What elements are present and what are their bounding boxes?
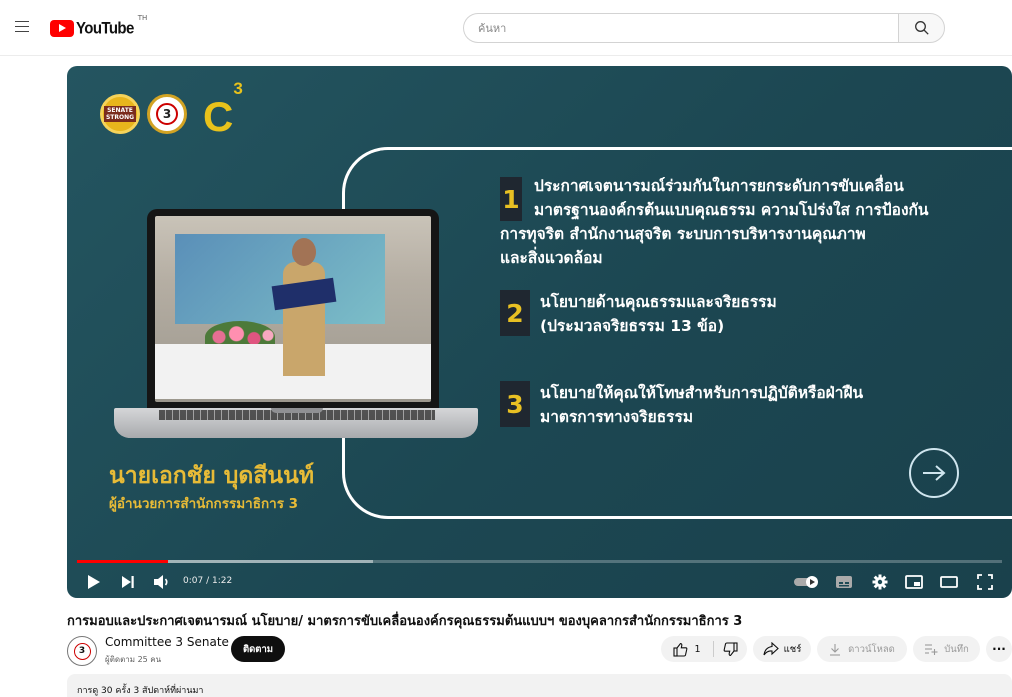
playlist-add-icon bbox=[925, 644, 938, 655]
gear-icon bbox=[872, 574, 888, 590]
committee-3-badge: 3 bbox=[147, 94, 187, 134]
download-label: ดาวน์โหลด bbox=[848, 643, 895, 655]
like-dislike-group: 1 bbox=[661, 636, 747, 662]
time-display: 0:07 / 1:22 bbox=[183, 576, 233, 586]
laptop-notch bbox=[271, 408, 323, 413]
youtube-logo[interactable]: YouTube TH bbox=[50, 14, 148, 39]
autoplay-toggle[interactable] bbox=[792, 569, 822, 595]
autoplay-toggle-icon bbox=[794, 576, 818, 588]
point-2: 2 นโยบายด้านคุณธรรมและจริยธรรม (ประมวลจร… bbox=[500, 290, 777, 338]
dislike-button[interactable] bbox=[714, 636, 747, 662]
point-1-text: มาตรฐานองค์กรต้นแบบคุณธรรม ความโปร่งใส ก… bbox=[500, 198, 1000, 270]
point-2-line-2: (ประมวลจริยธรรม 13 ข้อ) bbox=[540, 317, 725, 335]
miniplayer-icon bbox=[905, 575, 923, 589]
volume-button[interactable] bbox=[151, 569, 173, 595]
point-1-line-4: และสิ่งแวดล้อม bbox=[500, 249, 603, 267]
point-3: 3 นโยบายให้คุณให้โทษสำหรับการปฏิบัติหรือ… bbox=[500, 381, 863, 429]
theater-button[interactable] bbox=[938, 569, 960, 595]
subscribe-button[interactable]: ติดตาม bbox=[231, 636, 285, 662]
like-count: 1 bbox=[694, 643, 701, 655]
search-icon bbox=[914, 21, 929, 35]
point-3-number: 3 bbox=[500, 381, 530, 427]
fullscreen-icon bbox=[977, 574, 993, 590]
masthead: YouTube TH ค้นหา bbox=[0, 0, 1012, 56]
share-icon bbox=[763, 642, 779, 656]
description-box[interactable]: การดู 30 ครั้ง 3 สัปดาห์ที่ผ่านมา bbox=[67, 674, 1012, 697]
share-label: แชร์ bbox=[783, 643, 802, 655]
menu-icon[interactable] bbox=[10, 17, 34, 39]
point-2-line-1: นโยบายด้านคุณธรรมและจริยธรรม bbox=[540, 293, 777, 311]
miniplayer-button[interactable] bbox=[903, 569, 925, 595]
laptop-image bbox=[147, 209, 439, 408]
logo-region: TH bbox=[137, 14, 148, 22]
video-player[interactable]: SENATE STRONG 3 C3 1 ประกาศเจตนารมณ์ร่วมก… bbox=[67, 66, 1012, 598]
presenter-role: ผู้อำนวยการสำนักกรรมาธิการ 3 bbox=[109, 496, 299, 512]
more-icon: ··· bbox=[992, 642, 1006, 656]
c3-sup: 3 bbox=[233, 79, 243, 98]
video-title: การมอบและประกาศเจตนารมณ์ นโยบาย/ มาตรการ… bbox=[67, 614, 743, 629]
presenter-name: นายเอกชัย บุดสีนนท์ bbox=[109, 463, 314, 489]
channel-avatar-num: 3 bbox=[73, 642, 91, 660]
badge-senate-line1: SENATE bbox=[107, 107, 133, 114]
progress-played bbox=[77, 560, 168, 563]
c3-letter: C bbox=[203, 93, 234, 140]
search-button[interactable] bbox=[898, 13, 945, 43]
subtitles-button[interactable] bbox=[833, 569, 855, 595]
theater-mode-icon bbox=[940, 576, 958, 588]
channel-avatar[interactable]: 3 bbox=[67, 636, 97, 666]
next-button[interactable] bbox=[117, 569, 139, 595]
youtube-play-icon bbox=[50, 19, 74, 37]
search-input[interactable]: ค้นหา bbox=[463, 13, 899, 43]
point-3-line-2: มาตรการทางจริยธรรม bbox=[540, 408, 694, 426]
more-actions-button[interactable]: ··· bbox=[986, 636, 1012, 662]
thumbs-up-icon bbox=[673, 642, 688, 657]
save-button[interactable]: บันทึก bbox=[913, 636, 980, 662]
download-icon bbox=[830, 643, 841, 656]
c3-logo: C3 bbox=[203, 79, 243, 140]
play-button[interactable] bbox=[83, 569, 105, 595]
speaker-head bbox=[292, 238, 316, 266]
point-1-line-2: มาตรฐานองค์กรต้นแบบคุณธรรม ความโปร่งใส ก… bbox=[534, 201, 929, 219]
save-label: บันทึก bbox=[944, 643, 969, 655]
download-button[interactable]: ดาวน์โหลด bbox=[817, 636, 907, 662]
point-2-number: 2 bbox=[500, 290, 530, 336]
point-3-line-1: นโยบายให้คุณให้โทษสำหรับการปฏิบัติหรือฝ่… bbox=[540, 384, 864, 402]
like-button[interactable]: 1 bbox=[661, 636, 713, 662]
search-placeholder: ค้นหา bbox=[478, 22, 507, 35]
volume-icon bbox=[154, 575, 168, 589]
logo-text: YouTube bbox=[76, 18, 134, 38]
subscriber-count: ผู้ติดตาม 25 คน bbox=[105, 655, 162, 664]
point-1-line-1: ประกาศเจตนารมณ์ร่วมกันในการยกระดับการขับ… bbox=[534, 177, 904, 195]
badge-c3-num: 3 bbox=[156, 103, 178, 125]
laptop-photo bbox=[155, 216, 431, 402]
skip-next-icon bbox=[122, 576, 134, 588]
arrow-right-icon bbox=[909, 448, 959, 498]
projected-slide bbox=[175, 234, 385, 324]
player-controls: 0:07 / 1:22 bbox=[67, 566, 1012, 598]
badge-senate-line2: STRONG bbox=[105, 114, 135, 121]
point-1-line-3: การทุจริต สำนักงานสุจริต ระบบการบริหารงา… bbox=[500, 225, 866, 243]
thumbs-down-icon bbox=[723, 641, 738, 656]
fullscreen-button[interactable] bbox=[974, 569, 996, 595]
play-icon bbox=[88, 575, 100, 589]
senate-strong-badge: SENATE STRONG bbox=[100, 94, 140, 134]
progress-bar[interactable] bbox=[77, 560, 1002, 563]
subtitles-icon bbox=[836, 576, 852, 588]
share-button[interactable]: แชร์ bbox=[753, 636, 811, 662]
channel-name[interactable]: Committee 3 Senate bbox=[105, 635, 229, 649]
settings-button[interactable] bbox=[869, 569, 891, 595]
view-count-and-date: การดู 30 ครั้ง 3 สัปดาห์ที่ผ่านมา bbox=[77, 686, 204, 696]
